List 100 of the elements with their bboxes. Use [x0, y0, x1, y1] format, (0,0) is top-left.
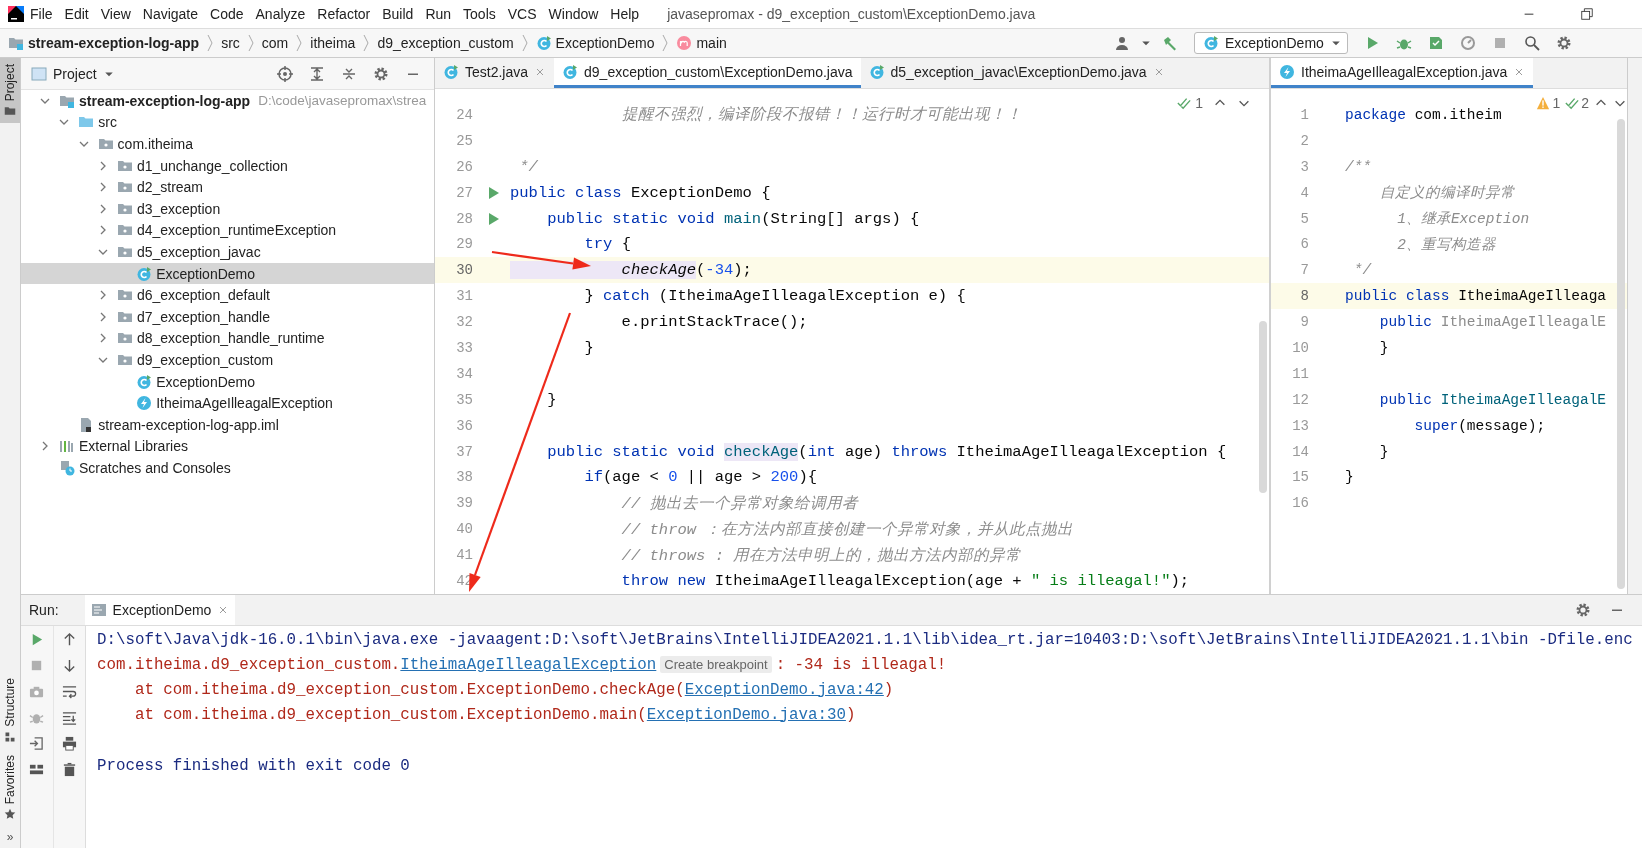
- printer-icon[interactable]: [61, 736, 77, 751]
- code-line: 提醒不强烈，编译阶段不报错！！运行时才可能出现！！: [620, 105, 1022, 126]
- tree-item[interactable]: Scratches and Consoles: [21, 457, 434, 479]
- scroll-to-end-icon[interactable]: [61, 710, 77, 725]
- settings-icon[interactable]: [1556, 35, 1572, 51]
- menu-item[interactable]: Refactor: [311, 6, 377, 22]
- window-title: javasepromax - d9_exception_custom\ExceptionDemo.java: [667, 6, 1036, 22]
- menu-item[interactable]: Run: [419, 6, 458, 22]
- tree-item[interactable]: d1_unchange_collection: [21, 154, 434, 177]
- breadcrumb[interactable]: ExceptionDemo: [555, 35, 655, 51]
- tool-window-tab[interactable]: Project: [0, 58, 20, 124]
- breakpoint-hint[interactable]: Create breakpoint: [660, 656, 772, 673]
- menu-item[interactable]: Window: [542, 6, 605, 22]
- tree-item[interactable]: d7_exception_handle: [21, 305, 434, 328]
- tree-item[interactable]: src: [21, 111, 434, 134]
- code-line: } catch (ItheimaAgeIlleagalException e) {: [583, 287, 966, 306]
- menu-item[interactable]: Tools: [457, 6, 502, 22]
- wrap-icon[interactable]: [61, 684, 77, 699]
- scrollbar[interactable]: [1259, 321, 1267, 493]
- inspection-count[interactable]: 1: [1195, 95, 1203, 111]
- breadcrumb[interactable]: com: [261, 35, 289, 51]
- run-configuration-dropdown[interactable]: ExceptionDemo: [1194, 32, 1348, 54]
- tree-item[interactable]: d4_exception_runtimeException: [21, 219, 434, 242]
- check-icon[interactable]: [1177, 96, 1192, 110]
- menu-item[interactable]: Build: [376, 6, 420, 22]
- menu-item[interactable]: File: [24, 6, 59, 22]
- breadcrumb[interactable]: src: [221, 35, 240, 51]
- line-number: 9: [1299, 314, 1310, 331]
- line-number: 32: [455, 314, 474, 331]
- user-icon[interactable]: [1114, 35, 1130, 51]
- line-number: 36: [455, 417, 474, 434]
- tree-item[interactable]: ItheimaAgeIlleagalException: [21, 392, 434, 414]
- menu-item[interactable]: View: [94, 6, 137, 22]
- code-line: 1、继承Exception: [1396, 210, 1530, 228]
- import-icon[interactable]: [29, 736, 45, 751]
- tree-item[interactable]: d6_exception_default: [21, 284, 434, 306]
- tree-item[interactable]: stream-exception-log-app D:\code\javasepromax\strea: [21, 90, 434, 112]
- tree-item[interactable]: d2_stream: [21, 176, 434, 198]
- editor-tab[interactable]: d5_exception_javac\ExceptionDemo.java: [860, 58, 1173, 88]
- line-number: 39: [455, 495, 474, 512]
- scrollbar[interactable]: [1617, 119, 1625, 589]
- editor-tab[interactable]: Test2.java: [435, 58, 555, 88]
- menu-item[interactable]: Help: [604, 6, 646, 22]
- check-icon[interactable]: [1565, 96, 1580, 110]
- tree-item[interactable]: com.itheima: [21, 133, 434, 155]
- breadcrumb[interactable]: main: [696, 35, 727, 51]
- folder-icon: [8, 35, 24, 51]
- link[interactable]: ExceptionDemo.java:30: [646, 705, 846, 724]
- code-line: // 抛出去一个异常对象给调用者: [620, 493, 858, 514]
- tool-window-tab[interactable]: Favorites: [0, 748, 20, 826]
- layout-icon[interactable]: [29, 762, 45, 777]
- breadcrumb[interactable]: itheima: [310, 35, 356, 51]
- menu-item[interactable]: Analyze: [249, 6, 312, 22]
- restore-icon[interactable]: [1580, 7, 1594, 21]
- breadcrumb[interactable]: stream-exception-log-app: [28, 35, 200, 51]
- tree-item[interactable]: ExceptionDemo: [21, 370, 434, 393]
- expand-all-icon[interactable]: [309, 65, 325, 82]
- breadcrumb[interactable]: d9_exception_custom: [377, 35, 514, 51]
- tool-window-tab[interactable]: Structure: [0, 671, 20, 749]
- code-line: /**: [1345, 158, 1372, 175]
- menu-item[interactable]: VCS: [501, 6, 543, 22]
- tree-item[interactable]: d5_exception_javac: [21, 241, 434, 263]
- code-line: */: [518, 157, 538, 176]
- coverage-icon[interactable]: [1428, 35, 1444, 51]
- tree-item[interactable]: stream-exception-log-app.iml: [21, 413, 434, 436]
- settings-icon[interactable]: [373, 65, 389, 82]
- editor-tab[interactable]: d9_exception_custom\ExceptionDemo.java: [554, 58, 861, 88]
- line-number: 35: [455, 391, 474, 408]
- tree-item[interactable]: External Libraries: [21, 435, 434, 458]
- breadcrumb-separator-icon: [246, 33, 255, 53]
- tree-item[interactable]: d3_exception: [21, 197, 434, 220]
- line-number: 2: [1299, 132, 1310, 149]
- tree-item[interactable]: ExceptionDemo: [21, 262, 434, 285]
- tree-item[interactable]: d9_exception_custom: [21, 349, 434, 371]
- lightning-icon: [1279, 63, 1295, 80]
- menu-item[interactable]: Code: [204, 6, 250, 22]
- project-path: D:\code\javasepromax\strea: [258, 93, 427, 109]
- line-number: 40: [455, 521, 474, 538]
- inspection-count[interactable]: 2: [1581, 95, 1589, 111]
- code-line: e.printStackTrace();: [620, 313, 808, 332]
- link[interactable]: ItheimaAgeIlleagalException: [400, 655, 657, 674]
- trash-icon[interactable]: [61, 762, 77, 777]
- tree-item[interactable]: d8_exception_handle_runtime: [21, 327, 434, 350]
- panel-title[interactable]: Project: [53, 65, 97, 82]
- menu-item[interactable]: Navigate: [136, 6, 205, 22]
- target-icon[interactable]: [277, 65, 293, 82]
- hammer-icon[interactable]: [1162, 35, 1178, 51]
- code-line: public class ExceptionDemo {: [510, 183, 771, 202]
- code-line: }: [1378, 443, 1389, 460]
- profiler-icon[interactable]: [1460, 35, 1476, 51]
- line-number: 1: [1299, 106, 1310, 123]
- inspection-count[interactable]: 1: [1552, 95, 1561, 111]
- run-tab[interactable]: ExceptionDemo: [84, 595, 236, 625]
- breadcrumb-separator-icon: [295, 33, 304, 53]
- editor-tab[interactable]: ItheimaAgeIlleagalException.java: [1271, 58, 1534, 88]
- settings-icon[interactable]: [1575, 602, 1591, 618]
- menu-item[interactable]: Edit: [58, 6, 95, 22]
- link[interactable]: ExceptionDemo.java:42: [684, 680, 884, 699]
- search-icon[interactable]: [1524, 35, 1540, 51]
- more-tools-button[interactable]: »: [6, 826, 14, 848]
